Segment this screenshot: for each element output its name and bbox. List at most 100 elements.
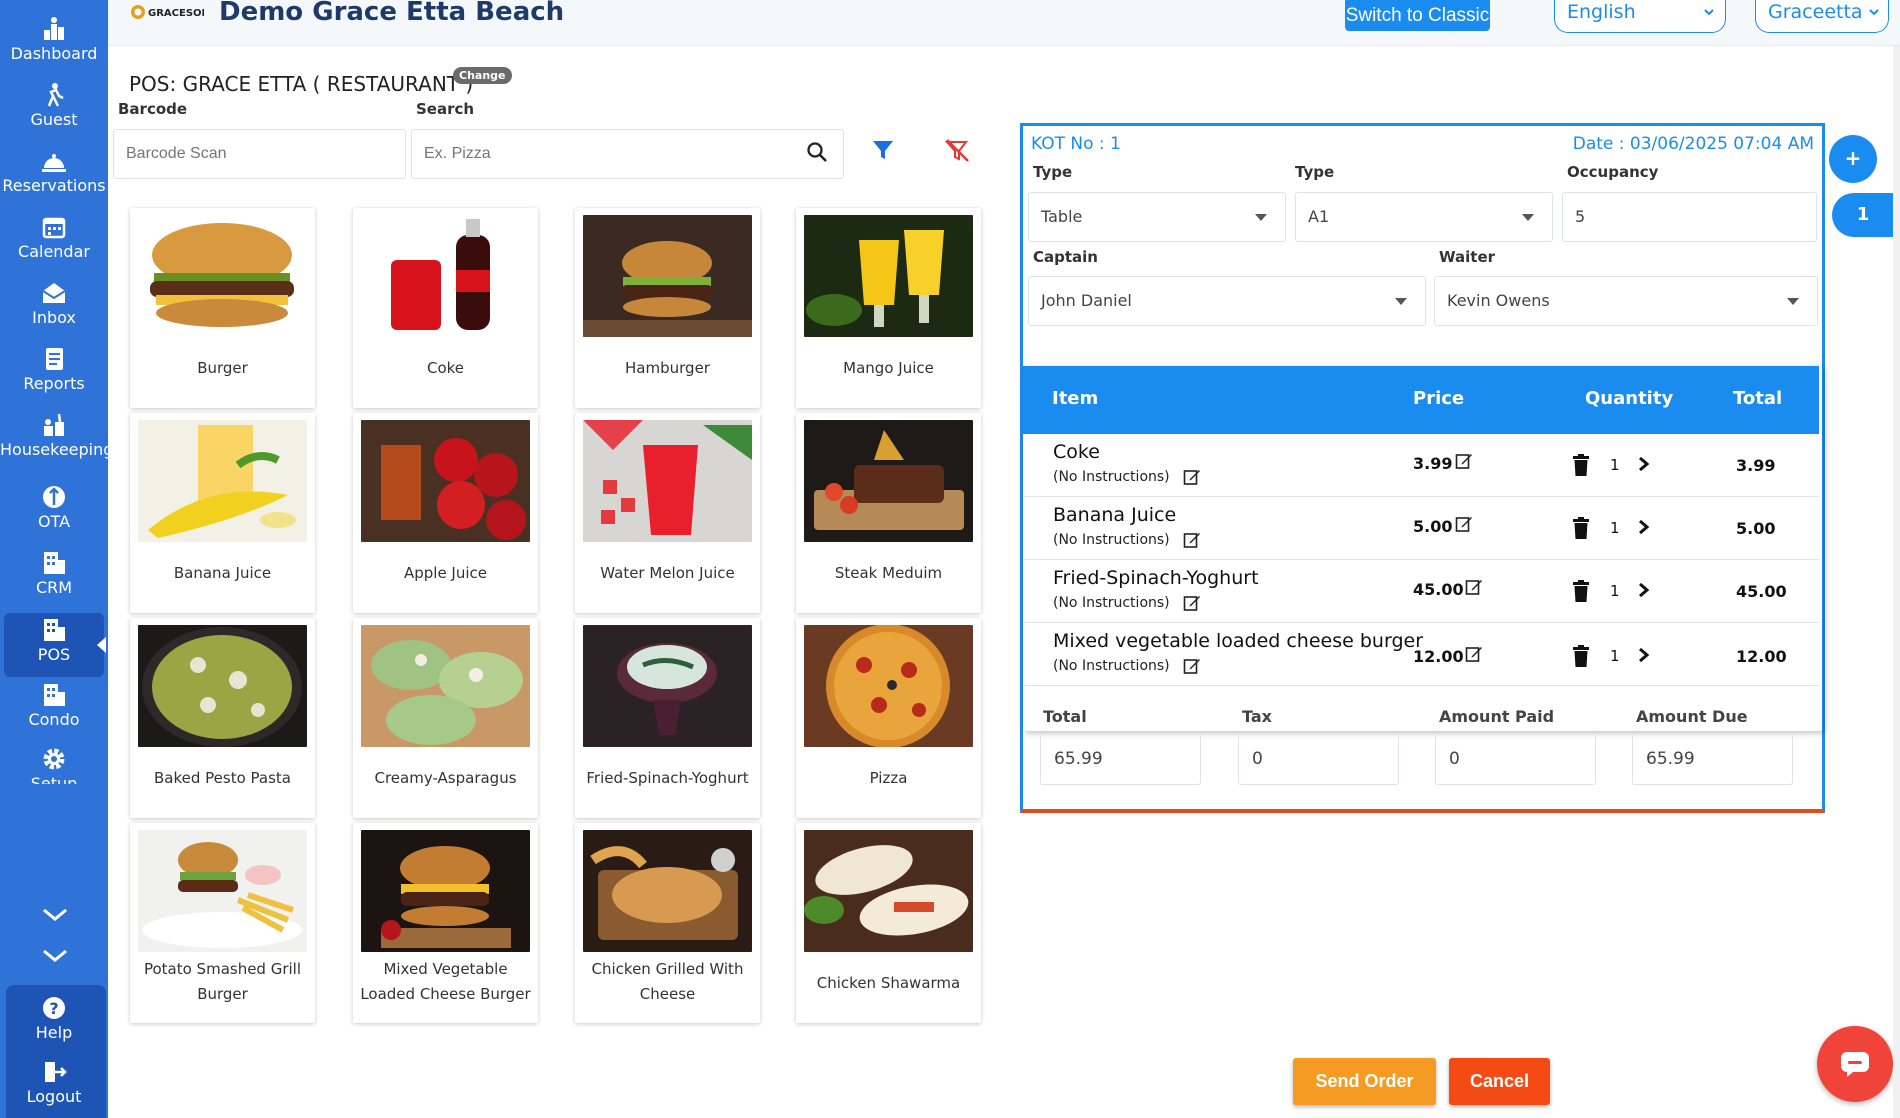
- product-card[interactable]: Potato Smashed Grill Burger: [130, 823, 315, 1023]
- total-field[interactable]: 65.99: [1040, 733, 1201, 785]
- edit-instructions-icon[interactable]: [1183, 468, 1201, 486]
- product-card[interactable]: Chicken Shawarma: [796, 823, 981, 1023]
- table-type-select[interactable]: Table: [1028, 192, 1286, 242]
- calendar-icon: [42, 217, 66, 239]
- edit-price-icon[interactable]: [1465, 578, 1483, 596]
- barcode-input[interactable]: [113, 129, 406, 179]
- increase-quantity-icon[interactable]: [1638, 519, 1650, 535]
- condo-icon: [44, 684, 65, 706]
- kot-tab-1[interactable]: 1: [1832, 193, 1894, 237]
- table-row: Banana Juice (No Instructions) 5.00 1 5.…: [1023, 497, 1819, 560]
- switch-to-classic-button[interactable]: Switch to Classic: [1345, 0, 1490, 31]
- product-name: Burger: [197, 359, 248, 377]
- item-price: 3.99: [1413, 454, 1453, 473]
- amount-due-field[interactable]: 65.99: [1632, 733, 1793, 785]
- sidebar-item-label: Inbox: [32, 308, 76, 327]
- edit-price-icon[interactable]: [1455, 515, 1473, 533]
- sidebar-item-dashboard[interactable]: Dashboard: [0, 12, 108, 76]
- add-kot-button[interactable]: +: [1829, 135, 1877, 183]
- increase-quantity-icon[interactable]: [1638, 456, 1650, 472]
- product-name: Coke: [426, 359, 465, 377]
- sidebar-item-reports[interactable]: Reports: [0, 342, 108, 406]
- crm-icon: [44, 552, 65, 574]
- sidebar-item-setup[interactable]: Setup: [0, 742, 108, 784]
- dropdown-arrow-icon: [1255, 214, 1267, 221]
- search-icon[interactable]: [806, 141, 828, 163]
- captain-select[interactable]: John Daniel: [1028, 276, 1426, 326]
- product-card[interactable]: Baked Pesto Pasta: [130, 618, 315, 818]
- send-order-button[interactable]: Send Order: [1293, 1058, 1436, 1105]
- product-card[interactable]: Hamburger: [575, 208, 760, 408]
- product-card[interactable]: Coke: [353, 208, 538, 408]
- sidebar-item-guest[interactable]: Guest: [0, 78, 108, 142]
- product-card[interactable]: Mixed Vegetable Loaded Cheese Burger: [353, 823, 538, 1023]
- product-card[interactable]: Banana Juice: [130, 413, 315, 613]
- tax-field[interactable]: 0: [1238, 733, 1399, 785]
- sidebar-item-reservations[interactable]: Reservations: [0, 144, 108, 208]
- sidebar-item-label: Condo: [28, 710, 80, 729]
- page-scrollbar[interactable]: [1893, 46, 1900, 1118]
- delete-item-icon[interactable]: [1572, 580, 1590, 602]
- user-menu[interactable]: Graceetta: [1755, 0, 1889, 33]
- sidebar-item-crm[interactable]: CRM: [0, 546, 108, 610]
- product-card[interactable]: Steak Meduim: [796, 413, 981, 613]
- waiter-select[interactable]: Kevin Owens: [1434, 276, 1818, 326]
- chevron-down-icon[interactable]: [40, 946, 70, 966]
- sidebar-item-help[interactable]: ? Help: [0, 991, 108, 1055]
- increase-quantity-icon[interactable]: [1638, 582, 1650, 598]
- product-card[interactable]: Apple Juice: [353, 413, 538, 613]
- sidebar-item-housekeeping[interactable]: Housekeeping: [0, 408, 114, 472]
- increase-quantity-icon[interactable]: [1638, 647, 1650, 663]
- change-outlet-button[interactable]: Change: [453, 67, 512, 84]
- product-name: Water Melon Juice: [600, 564, 735, 582]
- cancel-button[interactable]: Cancel: [1449, 1058, 1550, 1105]
- occupancy-input[interactable]: 5: [1562, 192, 1817, 242]
- edit-instructions-icon[interactable]: [1183, 531, 1201, 549]
- product-name: Fried-Spinach-Yoghurt: [586, 769, 749, 787]
- delete-item-icon[interactable]: [1572, 454, 1590, 476]
- clear-filter-icon[interactable]: [944, 138, 970, 164]
- product-name: Banana Juice: [173, 564, 272, 582]
- sidebar-item-ota[interactable]: OTA: [0, 480, 108, 544]
- table-select[interactable]: A1: [1295, 192, 1553, 242]
- sidebar-item-label: Setup: [30, 774, 78, 784]
- product-card[interactable]: Water Melon Juice: [575, 413, 760, 613]
- delete-item-icon[interactable]: [1572, 517, 1590, 539]
- reservations-icon: [42, 154, 66, 172]
- language-select[interactable]: English: [1554, 0, 1726, 33]
- sidebar-item-pos[interactable]: POS: [4, 613, 106, 677]
- sidebar-item-calendar[interactable]: Calendar: [0, 210, 108, 274]
- sidebar-item-condo[interactable]: Condo: [0, 678, 108, 742]
- sidebar-item-inbox[interactable]: Inbox: [0, 276, 108, 340]
- product-card[interactable]: Pizza: [796, 618, 981, 818]
- filter-icon[interactable]: [871, 138, 895, 162]
- sidebar-item-label: CRM: [35, 578, 73, 597]
- chat-widget-button[interactable]: [1817, 1026, 1893, 1102]
- product-image: [138, 830, 307, 952]
- scroll-down-icon[interactable]: [40, 905, 70, 925]
- product-card[interactable]: Chicken Grilled With Cheese: [575, 823, 760, 1023]
- product-image: [583, 830, 752, 952]
- product-card[interactable]: Creamy-Asparagus: [353, 618, 538, 818]
- edit-instructions-icon[interactable]: [1183, 594, 1201, 612]
- item-quantity: 1: [1610, 647, 1620, 665]
- sidebar-item-label: Reservations: [2, 176, 106, 195]
- product-card[interactable]: Mango Juice: [796, 208, 981, 408]
- product-card[interactable]: Fried-Spinach-Yoghurt: [575, 618, 760, 818]
- product-name: Baked Pesto Pasta: [154, 769, 291, 787]
- product-name: Potato Smashed Grill Burger: [143, 960, 302, 1003]
- product-image: [361, 420, 530, 542]
- captain-label: Captain: [1033, 248, 1098, 266]
- search-input[interactable]: [411, 129, 844, 179]
- edit-price-icon[interactable]: [1455, 452, 1473, 470]
- sidebar-item-label: Housekeeping: [0, 440, 114, 459]
- edit-price-icon[interactable]: [1465, 645, 1483, 663]
- edit-instructions-icon[interactable]: [1183, 657, 1201, 675]
- delete-item-icon[interactable]: [1572, 645, 1590, 667]
- reports-icon: [46, 348, 63, 370]
- sidebar-bottom: ? Help Logout: [6, 985, 106, 1118]
- product-card[interactable]: Burger: [130, 208, 315, 408]
- sidebar: Dashboard Guest Reservations Calendar In…: [0, 0, 114, 1118]
- sidebar-item-logout[interactable]: Logout: [0, 1055, 108, 1118]
- amount-paid-field[interactable]: 0: [1435, 733, 1596, 785]
